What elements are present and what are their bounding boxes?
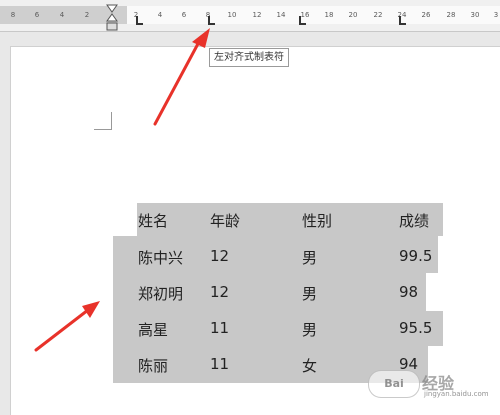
arrow-to-tab-stop-icon	[153, 28, 210, 126]
arrow-to-table-icon	[34, 301, 100, 352]
baidu-jingyan-watermark: Bai 经验 jingyan.baidu.com	[368, 370, 496, 398]
watermark-url: jingyan.baidu.com	[424, 390, 489, 398]
baidu-logo-icon: Bai	[368, 370, 420, 398]
annotation-arrows	[34, 28, 210, 352]
